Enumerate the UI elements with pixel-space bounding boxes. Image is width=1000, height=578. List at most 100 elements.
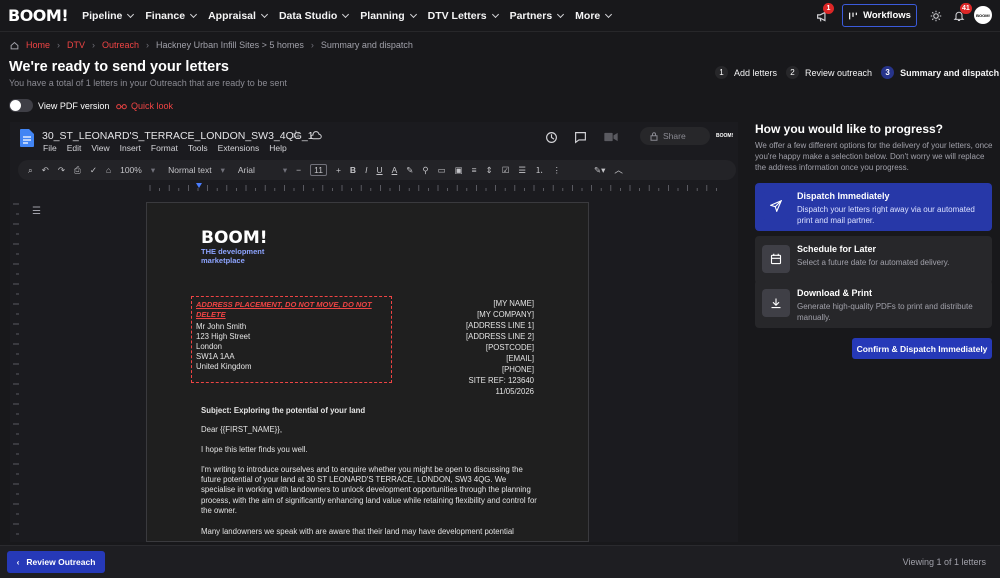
redo-icon[interactable]: ↷: [58, 165, 65, 176]
breadcrumb-dtv[interactable]: DTV: [67, 40, 85, 50]
breadcrumb-separator: ›: [310, 40, 314, 50]
nav-partners[interactable]: Partners: [510, 10, 565, 22]
calendar-icon: [770, 253, 782, 265]
chevron-down-icon: [491, 10, 499, 18]
history-icon[interactable]: [545, 131, 558, 144]
menu-format[interactable]: Format: [151, 143, 178, 153]
highlight-icon[interactable]: ✎: [406, 165, 413, 176]
menu-tools[interactable]: Tools: [188, 143, 208, 153]
underline-icon[interactable]: U: [376, 165, 382, 175]
sender-line: SITE REF: 123640: [468, 376, 534, 385]
checklist-icon[interactable]: ☑: [502, 165, 510, 176]
font-size-decrease[interactable]: −: [296, 165, 301, 175]
letter-page[interactable]: BOOM! THE development marketplace ADDRES…: [146, 202, 589, 542]
doc-brand-logo: BOOM!: [716, 133, 734, 139]
chevron-down-icon: [260, 10, 268, 18]
share-button[interactable]: Share: [640, 127, 710, 145]
send-icon-wrap: [762, 192, 790, 220]
brand-logo[interactable]: BOOM!: [8, 6, 69, 25]
option-dispatch-immediately[interactable]: Dispatch Immediately Dispatch your lette…: [755, 183, 992, 231]
letter-paragraph: I hope this letter finds you well.: [201, 445, 308, 454]
star-icon[interactable]: ☆: [291, 128, 301, 141]
nav-more[interactable]: More: [575, 10, 613, 22]
bold-icon[interactable]: B: [350, 165, 356, 175]
alerts-button[interactable]: 41: [949, 3, 972, 26]
chevron-down-icon: ▾: [220, 164, 225, 175]
font-size-increase[interactable]: +: [336, 165, 341, 175]
nav-finance[interactable]: Finance: [145, 10, 198, 22]
outline-icon[interactable]: ☰: [32, 206, 41, 217]
avatar[interactable]: BOOM!: [974, 6, 992, 24]
menu-help[interactable]: Help: [269, 143, 286, 153]
calendar-icon-wrap: [762, 245, 790, 273]
font-size-input[interactable]: 11: [310, 164, 327, 176]
view-pdf-toggle[interactable]: [9, 99, 33, 112]
option-schedule-later[interactable]: Schedule for Later Select a future date …: [755, 236, 992, 284]
comment-icon[interactable]: [574, 131, 587, 144]
image-icon[interactable]: ▣: [455, 165, 463, 176]
workflow-icon: [849, 12, 857, 19]
menu-view[interactable]: View: [91, 143, 109, 153]
notifications-button[interactable]: 1: [812, 3, 834, 26]
document-filename[interactable]: 30_ST_LEONARD'S_TERRACE_LONDON_SW3_4QG_1: [42, 130, 314, 142]
video-icon[interactable]: [604, 132, 618, 142]
vertical-ruler: [13, 203, 19, 535]
document-editor: 30_ST_LEONARD'S_TERRACE_LONDON_SW3_4QG_1…: [10, 122, 738, 542]
review-outreach-button[interactable]: ‹ Review Outreach: [7, 551, 105, 573]
nav-data-studio[interactable]: Data Studio: [279, 10, 350, 22]
text-color-icon[interactable]: A: [392, 165, 398, 175]
step-summary-dispatch[interactable]: 3 Summary and dispatch: [881, 66, 999, 79]
step-add-letters[interactable]: 1 Add letters: [715, 66, 777, 79]
align-icon[interactable]: ≡: [472, 165, 477, 175]
add-comment-icon[interactable]: ▭: [438, 165, 446, 176]
nav-planning[interactable]: Planning: [360, 10, 417, 22]
cloud-icon[interactable]: [310, 130, 322, 140]
indent-marker-icon[interactable]: [196, 183, 202, 188]
chevron-down-icon: [127, 10, 135, 18]
bullet-list-icon[interactable]: ☰: [518, 165, 526, 176]
sender-line: [ADDRESS LINE 2]: [465, 332, 534, 341]
spellcheck-icon[interactable]: ✓: [90, 165, 97, 176]
chevron-left-icon: ‹: [16, 557, 20, 567]
quick-look-button[interactable]: Quick look: [116, 101, 173, 111]
download-icon-wrap: [762, 289, 790, 317]
letter-logo: BOOM!: [201, 228, 268, 248]
italic-icon[interactable]: I: [365, 165, 367, 175]
zoom-select[interactable]: 100%: [120, 165, 142, 175]
editing-mode-icon[interactable]: ✎▾: [594, 165, 605, 176]
style-select[interactable]: Normal text: [168, 165, 211, 175]
numbered-list-icon[interactable]: ⒈: [535, 164, 544, 176]
breadcrumb-outreach[interactable]: Outreach: [102, 40, 139, 50]
menu-insert[interactable]: Insert: [120, 143, 141, 153]
breadcrumb-home[interactable]: Home: [26, 40, 50, 50]
line-spacing-icon[interactable]: ⇕: [486, 165, 493, 176]
menu-extensions[interactable]: Extensions: [218, 143, 260, 153]
link-icon[interactable]: ⚲: [422, 165, 428, 176]
sender-line: [ADDRESS LINE 1]: [465, 321, 534, 330]
letter-tagline-2: marketplace: [201, 256, 245, 265]
menu-edit[interactable]: Edit: [67, 143, 82, 153]
chevron-down-icon: [342, 10, 350, 18]
print-icon[interactable]: ⎙: [74, 165, 81, 176]
undo-icon[interactable]: ↶: [42, 165, 49, 176]
font-select[interactable]: Arial: [238, 165, 274, 175]
breadcrumb-separator: ›: [92, 40, 96, 50]
workflows-button[interactable]: Workflows: [842, 4, 917, 27]
option-download-print[interactable]: Download & Print Generate high-quality P…: [755, 280, 992, 328]
nav-pipeline[interactable]: Pipeline: [82, 10, 135, 22]
breadcrumb-separator: ›: [57, 40, 61, 50]
editor-toolbar: ⌕ ↶ ↷ ⎙ ✓ ⌂ 100% ▾ Normal text ▾ Arial ▾…: [18, 160, 736, 180]
menu-file[interactable]: File: [43, 143, 57, 153]
paint-format-icon[interactable]: ⌂: [106, 165, 111, 175]
more-options-icon[interactable]: ⋮: [553, 165, 562, 176]
search-icon[interactable]: ⌕: [28, 165, 33, 176]
nav-dtv-letters[interactable]: DTV Letters: [428, 10, 499, 22]
main-nav: Pipeline Finance Appraisal Data Studio P…: [82, 10, 613, 22]
step-review-outreach[interactable]: 2 Review outreach: [786, 66, 872, 79]
nav-appraisal[interactable]: Appraisal: [208, 10, 268, 22]
confirm-dispatch-button[interactable]: Confirm & Dispatch Immediately: [852, 338, 992, 359]
footer-bar: ‹ Review Outreach Viewing 1 of 1 letters: [0, 545, 1000, 578]
collapse-toolbar-icon[interactable]: ︿: [614, 164, 623, 176]
letter-paragraph: Many landowners we speak with are aware …: [201, 527, 514, 536]
theme-toggle-button[interactable]: [926, 6, 946, 26]
